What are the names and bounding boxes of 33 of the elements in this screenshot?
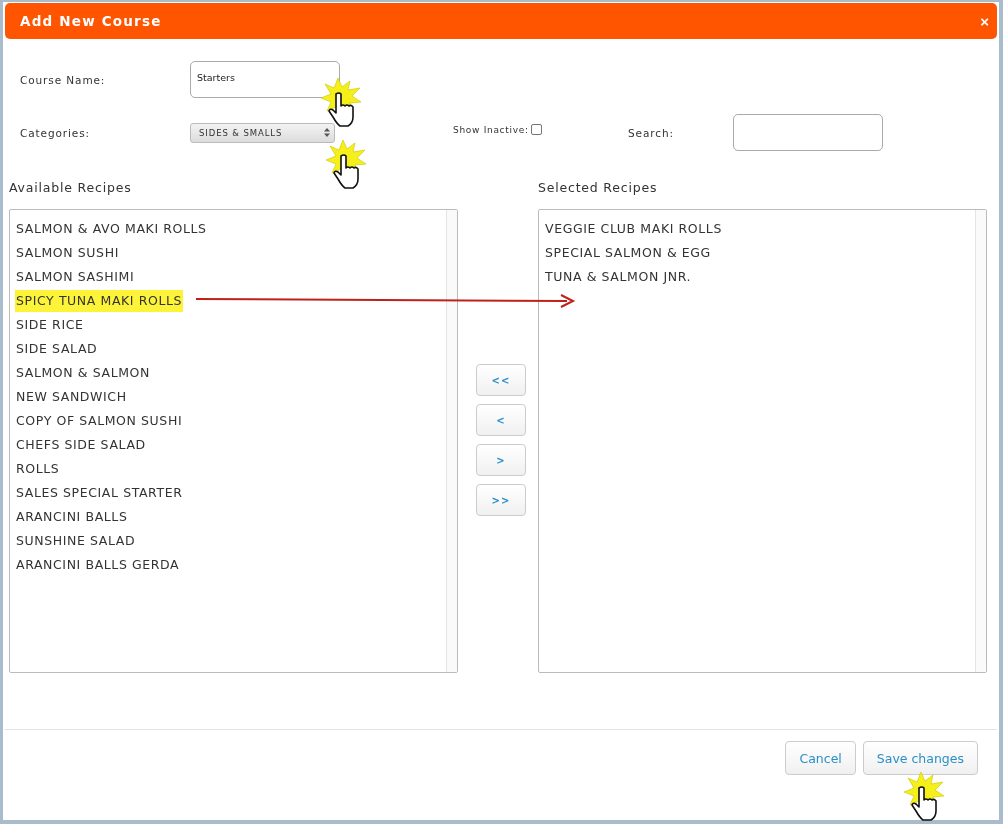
recipe-item[interactable]: ROLLS: [15, 458, 61, 480]
recipe-item[interactable]: ARANCINI BALLS GERDA: [15, 554, 181, 576]
recipe-item[interactable]: SPICY TUNA MAKI ROLLS: [15, 290, 184, 312]
click-cursor-icon: [325, 140, 367, 190]
scrollbar-track[interactable]: [446, 210, 457, 672]
checkbox-label: Show Inactive:: [453, 124, 529, 135]
recipe-item[interactable]: VEGGIE CLUB MAKI ROLLS: [544, 218, 723, 240]
click-cursor-icon: [320, 78, 362, 128]
scrollbar-track[interactable]: [975, 210, 986, 672]
dialog-title: Add New Course: [20, 13, 162, 29]
recipe-item[interactable]: NEW SANDWICH: [15, 386, 128, 408]
recipe-item[interactable]: SIDE RICE: [15, 314, 85, 336]
recipe-item[interactable]: CHEFS SIDE SALAD: [15, 434, 147, 456]
recipe-item[interactable]: SIDE SALAD: [15, 338, 99, 360]
recipe-item[interactable]: SALMON SUSHI: [15, 242, 120, 264]
recipe-item[interactable]: SALMON SASHIMI: [15, 266, 136, 288]
recipe-item[interactable]: SALMON & AVO MAKI ROLLS: [15, 218, 208, 240]
sort-arrows-icon: [324, 128, 330, 137]
field-label: Search:: [628, 126, 675, 139]
field-label: Categories:: [20, 126, 92, 139]
list-heading: Selected Recipes: [538, 180, 658, 195]
recipe-item[interactable]: SALMON & SALMON: [15, 362, 151, 384]
recipe-item[interactable]: ARANCINI BALLS: [15, 506, 129, 528]
recipe-item[interactable]: COPY OF SALMON SUSHI: [15, 410, 184, 432]
categories-dropdown[interactable]: SIDES & SMALLS: [190, 122, 335, 143]
recipe-item[interactable]: SUNSHINE SALAD: [15, 530, 137, 552]
list-heading: Available Recipes: [9, 180, 132, 195]
course-name-field[interactable]: Starters: [190, 61, 340, 98]
field-label: Course Name:: [20, 73, 107, 86]
recipe-item[interactable]: SPECIAL SALMON & EGG: [544, 242, 712, 264]
search-field[interactable]: [733, 114, 883, 151]
recipe-item[interactable]: TUNA & SALMON JNR.: [544, 266, 693, 288]
recipe-item[interactable]: SALES SPECIAL STARTER: [15, 482, 184, 504]
